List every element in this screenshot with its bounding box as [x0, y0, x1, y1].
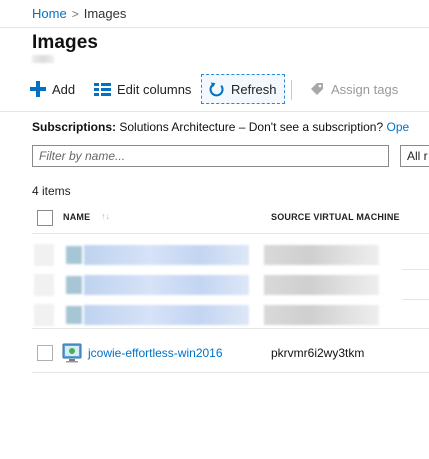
subscriptions-value: Solutions Architecture – Don't see a sub… — [119, 120, 384, 134]
toolbar-separator — [291, 80, 292, 100]
open-directory-link[interactable]: Ope — [386, 120, 409, 134]
sort-arrows-icon[interactable]: ↑↓ — [101, 211, 110, 221]
tag-icon — [311, 83, 323, 95]
redacted-row — [32, 241, 402, 269]
header-row-divider — [32, 233, 429, 234]
refresh-button[interactable]: Refresh — [201, 74, 285, 104]
edit-columns-label: Edit columns — [117, 81, 192, 97]
source-vm-value: pkrvmr6i2wy3tkm — [271, 346, 365, 360]
breadcrumb-chevron-icon: > — [71, 7, 79, 21]
redacted-row — [32, 271, 402, 299]
breadcrumb-home-link[interactable]: Home — [32, 6, 67, 21]
assign-tags-button[interactable]: Assign tags — [309, 74, 398, 104]
refresh-label: Refresh — [231, 81, 277, 97]
subscriptions-line: Subscriptions: Solutions Architecture – … — [32, 120, 409, 134]
header-divider — [0, 27, 429, 28]
row-divider — [32, 372, 429, 373]
toolbar-divider — [0, 111, 429, 112]
add-button-label: Add — [52, 81, 76, 97]
columns-icon — [94, 83, 111, 96]
assign-tags-label: Assign tags — [331, 81, 399, 97]
table-row[interactable]: jcowie-effortless-win2016 pkrvmr6i2wy3tk… — [32, 341, 429, 367]
row-divider — [32, 328, 429, 329]
row-checkbox[interactable] — [37, 345, 53, 361]
image-name-link[interactable]: jcowie-effortless-win2016 — [88, 346, 223, 360]
row-divider — [402, 269, 429, 270]
add-button[interactable]: Add — [30, 74, 75, 104]
column-header-source-vm[interactable]: SOURCE VIRTUAL MACHINE — [271, 212, 400, 222]
refresh-icon — [209, 81, 224, 96]
column-header-name[interactable]: NAME — [63, 212, 90, 222]
page-title: Images — [32, 32, 99, 53]
redacted-row — [32, 301, 402, 329]
breadcrumb-current: Images — [83, 6, 127, 21]
row-divider — [402, 299, 429, 300]
command-bar: Add Edit columns Refresh Assign tags — [0, 70, 429, 110]
select-all-checkbox[interactable] — [37, 210, 53, 226]
subtitle-redacted — [32, 55, 54, 63]
filter-by-name-input[interactable] — [32, 145, 389, 167]
item-count: 4 items — [32, 184, 71, 198]
subscriptions-label: Subscriptions: — [32, 120, 117, 134]
type-filter-select[interactable]: All r — [400, 145, 429, 167]
breadcrumb: Home > Images — [32, 6, 126, 21]
plus-icon — [30, 81, 46, 97]
edit-columns-button[interactable]: Edit columns — [94, 74, 191, 104]
vm-image-icon — [62, 343, 82, 363]
